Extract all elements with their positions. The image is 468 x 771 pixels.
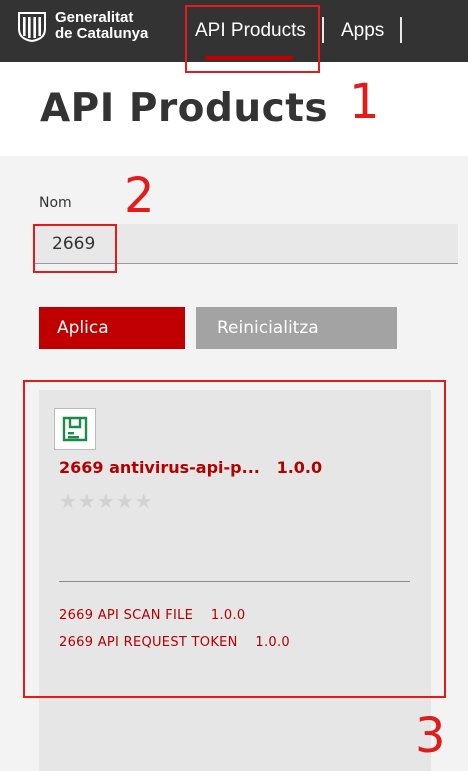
generalitat-logo[interactable]: Generalitat de Catalunya xyxy=(18,10,148,42)
logo-text-line1: Generalitat xyxy=(55,9,134,26)
annotation-number-3: 3 xyxy=(415,708,446,764)
apply-button[interactable]: Aplica xyxy=(39,307,185,349)
nav-separator xyxy=(400,17,402,43)
page-title: API Products xyxy=(40,86,329,131)
reset-button[interactable]: Reinicialitza xyxy=(196,307,397,349)
nav-apps[interactable]: Apps xyxy=(341,0,384,62)
logo-text: Generalitat de Catalunya xyxy=(55,10,148,42)
annotation-number-2: 2 xyxy=(124,168,155,224)
page-header: API Products xyxy=(0,62,468,156)
name-filter-label: Nom xyxy=(39,195,72,211)
generalitat-logo-icon xyxy=(18,12,46,42)
annotation-number-1: 1 xyxy=(349,74,380,130)
annotation-box-2 xyxy=(33,224,117,273)
logo-text-line2: de Catalunya xyxy=(55,25,149,42)
annotation-box-3 xyxy=(23,380,446,698)
annotation-box-1 xyxy=(185,5,320,73)
nav-separator xyxy=(322,17,324,43)
